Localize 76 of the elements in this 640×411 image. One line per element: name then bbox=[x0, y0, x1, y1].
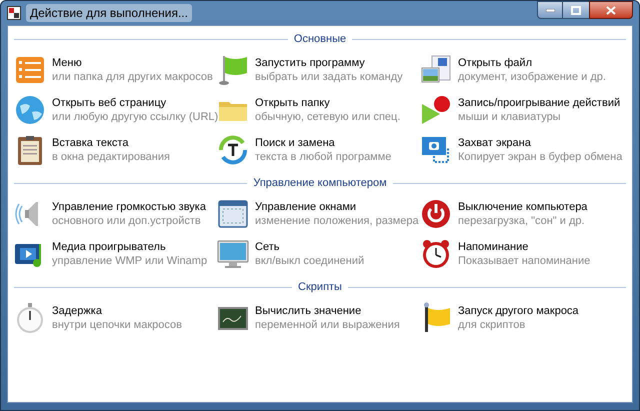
action-description: Показывает напоминание bbox=[458, 254, 590, 268]
action-title: Вставка текста bbox=[52, 136, 130, 150]
action-description: для скриптов bbox=[458, 318, 526, 332]
maximize-button[interactable] bbox=[563, 1, 589, 19]
alarm-clock-icon bbox=[420, 238, 452, 270]
section-heading: Управление компьютером bbox=[253, 176, 387, 191]
maximize-icon bbox=[571, 6, 581, 14]
action-title: Управление окнами bbox=[255, 200, 358, 214]
close-button[interactable] bbox=[589, 1, 633, 19]
action-description: вкл/выкл соединений bbox=[255, 254, 364, 268]
minimize-icon bbox=[546, 8, 554, 12]
action-title: Медиа проигрыватель bbox=[52, 240, 167, 254]
action-title: Открыть файл bbox=[458, 56, 533, 70]
action-description: изменение положения, размера bbox=[255, 214, 419, 228]
action-title: Открыть веб страницу bbox=[52, 96, 168, 110]
action-description: переменной или выражения bbox=[255, 318, 400, 332]
action-item[interactable]: Задержка внутри цепочки макросов bbox=[14, 298, 217, 338]
action-description: или папка для других макросов bbox=[52, 70, 213, 84]
action-title: Напоминание bbox=[458, 240, 530, 254]
flag-icon bbox=[217, 54, 249, 86]
action-item[interactable]: Открыть веб страницу или любую другую ссылку (URL) bbox=[14, 90, 217, 130]
action-description: документ, изображение и др. bbox=[458, 70, 606, 84]
window-title: Действие для выполнения... bbox=[26, 4, 192, 22]
action-description: мыши и клавиатуры bbox=[458, 110, 562, 124]
stopwatch-icon bbox=[14, 302, 46, 334]
action-title: Вычислить значение bbox=[255, 304, 362, 318]
action-title: Сеть bbox=[255, 240, 280, 254]
screenshot-icon bbox=[420, 134, 452, 166]
action-title: Выключение компьютера bbox=[458, 200, 588, 214]
app-icon bbox=[7, 6, 21, 20]
action-title: Запуск другого макроса bbox=[458, 304, 579, 318]
list-icon bbox=[14, 54, 46, 86]
action-item[interactable]: Выключение компьютера перезагрузка, "сон" и др. bbox=[420, 194, 626, 234]
action-item[interactable]: Открыть папку обычную, сетевую или спец. bbox=[217, 90, 420, 130]
action-item[interactable]: Управление громкостью звука основного или доп.устройств bbox=[14, 194, 217, 234]
action-title: Открыть папку bbox=[255, 96, 331, 110]
action-item[interactable]: Запись/проигрывание действий мыши и клавиатуры bbox=[420, 90, 626, 130]
action-item[interactable]: Напоминание Показывает напоминание bbox=[420, 234, 626, 274]
action-item[interactable]: Запуск другого макроса для скриптов bbox=[420, 298, 626, 338]
power-icon bbox=[420, 198, 452, 230]
action-item[interactable]: Управление окнами изменение положения, размера bbox=[217, 194, 420, 234]
action-title: Меню bbox=[52, 56, 83, 70]
action-item[interactable]: Запустить программу выбрать или задать команду bbox=[217, 50, 420, 90]
action-description: выбрать или задать команду bbox=[255, 70, 403, 84]
globe-icon bbox=[14, 94, 46, 126]
action-item[interactable]: Поиск и замена текста в любой программе bbox=[217, 130, 420, 170]
action-title: Запустить программу bbox=[255, 56, 366, 70]
window-icon bbox=[217, 198, 249, 230]
close-icon bbox=[606, 6, 616, 14]
replace-icon bbox=[217, 134, 249, 166]
action-item[interactable]: Медиа проигрыватель управление WMP или Winamp bbox=[14, 234, 217, 274]
action-title: Захват экрана bbox=[458, 136, 532, 150]
action-description: или любую другую ссылку (URL) bbox=[52, 110, 218, 124]
action-title: Поиск и замена bbox=[255, 136, 336, 150]
action-item[interactable]: Захват экрана Копирует экран в буфер обмена bbox=[420, 130, 626, 170]
section-heading: Основные bbox=[294, 32, 346, 47]
action-description: основного или доп.устройств bbox=[52, 214, 202, 228]
action-description: Копирует экран в буфер обмена bbox=[458, 150, 622, 164]
action-item[interactable]: Вычислить значение переменной или выражения bbox=[217, 298, 420, 338]
action-title: Управление громкостью звука bbox=[52, 200, 206, 214]
action-title: Задержка bbox=[52, 304, 103, 318]
monitor-icon bbox=[217, 238, 249, 270]
action-description: в окна редактирования bbox=[52, 150, 170, 164]
record-play-icon bbox=[420, 94, 452, 126]
action-description: перезагрузка, "сон" и др. bbox=[458, 214, 586, 228]
action-item[interactable]: Меню или папка для других макросов bbox=[14, 50, 217, 90]
action-item[interactable]: Открыть файл документ, изображение и др. bbox=[420, 50, 626, 90]
section-heading: Скрипты bbox=[298, 280, 342, 295]
action-description: управление WMP или Winamp bbox=[52, 254, 208, 268]
action-item[interactable]: Вставка текста в окна редактирования bbox=[14, 130, 217, 170]
action-title: Запись/проигрывание действий bbox=[458, 96, 620, 110]
minimize-button[interactable] bbox=[537, 1, 563, 19]
action-description: внутри цепочки макросов bbox=[52, 318, 182, 332]
action-description: текста в любой программе bbox=[255, 150, 392, 164]
action-item[interactable]: Сеть вкл/выкл соединений bbox=[217, 234, 420, 274]
action-description: обычную, сетевую или спец. bbox=[255, 110, 400, 124]
